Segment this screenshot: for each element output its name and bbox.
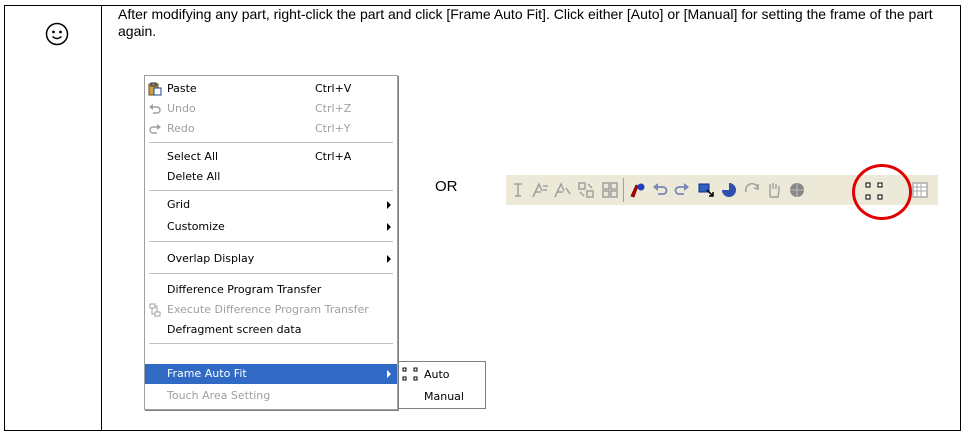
- menu-item-grid[interactable]: Grid: [145, 195, 397, 215]
- context-menu: Paste Ctrl+V Undo Ctrl+Z Redo Ctrl+Y Sel…: [144, 75, 398, 410]
- menu-shortcut: Ctrl+Z: [315, 102, 352, 115]
- ungroup-icon[interactable]: [600, 180, 620, 200]
- menu-item-customize[interactable]: Customize: [145, 217, 397, 237]
- menu-separator: [149, 142, 393, 143]
- menu-separator: [149, 241, 393, 242]
- text-icon[interactable]: [508, 180, 528, 200]
- hand-pan-icon[interactable]: [764, 180, 784, 200]
- menu-item-select-all[interactable]: Select All Ctrl+A: [145, 147, 397, 167]
- align-right-icon[interactable]: [552, 180, 572, 200]
- execute-transfer-icon: [149, 303, 161, 317]
- window-select-icon[interactable]: [696, 180, 716, 200]
- menu-shortcut: Ctrl+Y: [315, 122, 351, 135]
- group-icon[interactable]: [576, 180, 596, 200]
- menu-item-redo: Redo Ctrl+Y: [145, 119, 397, 139]
- menu-separator: [149, 343, 393, 344]
- submenu-label: Auto: [424, 368, 450, 381]
- menu-label: Overlap Display: [167, 252, 255, 265]
- menu-label: Paste: [167, 82, 197, 95]
- menu-label: Delete All: [167, 170, 221, 183]
- paste-icon: [148, 82, 162, 96]
- menu-shortcut: Ctrl+V: [315, 82, 352, 95]
- undo-icon: [149, 104, 161, 114]
- menu-label: Redo: [167, 122, 195, 135]
- frame-auto-fit-icon: [402, 367, 418, 381]
- submenu-label: Manual: [424, 390, 464, 403]
- rotate-icon[interactable]: [742, 180, 762, 200]
- menu-label: Customize: [167, 220, 225, 233]
- menu-label: Undo: [167, 102, 196, 115]
- submenu-arrow-icon: [387, 370, 391, 378]
- menu-label: Select All: [167, 150, 219, 163]
- menu-label: Defragment screen data: [167, 323, 302, 336]
- menu-item-delete-all[interactable]: Delete All: [145, 167, 397, 187]
- menu-label: Touch Area Setting: [167, 389, 271, 402]
- submenu-arrow-icon: [387, 201, 391, 209]
- color-brush-icon[interactable]: [627, 180, 647, 200]
- menu-item-touch-area-setting: Touch Area Setting: [145, 386, 397, 406]
- menu-label: Grid: [167, 198, 191, 211]
- pie-shape-icon[interactable]: [719, 180, 739, 200]
- menu-label: Frame Auto Fit: [167, 367, 247, 380]
- frame-auto-fit-submenu: Auto Manual: [398, 361, 486, 409]
- divider-line: [101, 6, 102, 430]
- undo-icon[interactable]: [650, 180, 670, 200]
- submenu-arrow-icon: [387, 223, 391, 231]
- menu-shortcut: Ctrl+A: [315, 150, 352, 163]
- menu-item-defragment-screen-data[interactable]: Defragment screen data: [145, 320, 397, 340]
- menu-item-overlap-display[interactable]: Overlap Display: [145, 249, 397, 269]
- grid-icon[interactable]: [910, 180, 930, 200]
- menu-item-frame-auto-fit[interactable]: Frame Auto Fit: [145, 364, 397, 384]
- globe-icon[interactable]: [787, 180, 807, 200]
- smiley-icon: [45, 22, 69, 46]
- menu-item-paste[interactable]: Paste Ctrl+V: [145, 79, 397, 99]
- menu-label: Difference Program Transfer: [167, 283, 322, 296]
- menu-item-undo: Undo Ctrl+Z: [145, 99, 397, 119]
- highlight-circle: [852, 164, 912, 220]
- align-left-icon[interactable]: [530, 180, 550, 200]
- menu-item-execute-difference-program-transfer: Execute Difference Program Transfer: [145, 300, 397, 320]
- submenu-item-manual[interactable]: Manual: [399, 386, 485, 406]
- or-label: OR: [435, 178, 458, 195]
- redo-icon[interactable]: [672, 180, 692, 200]
- submenu-item-auto[interactable]: Auto: [399, 364, 485, 384]
- instruction-text: After modifying any part, right-click th…: [118, 6, 933, 39]
- menu-item-difference-program-transfer[interactable]: Difference Program Transfer: [145, 280, 397, 300]
- submenu-arrow-icon: [387, 255, 391, 263]
- menu-separator: [149, 273, 393, 274]
- menu-separator: [149, 190, 393, 191]
- toolbar-separator: [623, 178, 624, 202]
- redo-icon: [149, 124, 161, 134]
- menu-label: Execute Difference Program Transfer: [167, 303, 369, 316]
